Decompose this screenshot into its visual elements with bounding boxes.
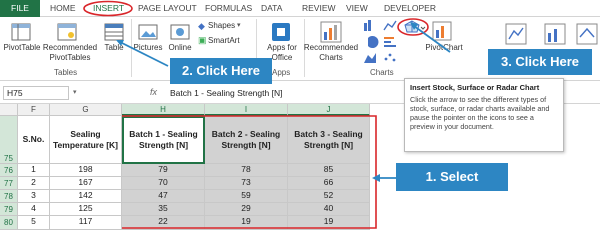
callout-step-1: 1. Select bbox=[396, 163, 508, 191]
apps-for-office-icon bbox=[272, 23, 290, 41]
table-cell[interactable]: 125 bbox=[50, 203, 122, 216]
pivotchart-button[interactable]: PivotChart bbox=[424, 43, 464, 53]
tab-developer[interactable]: DEVELOPER bbox=[384, 3, 436, 13]
table-header-cell[interactable]: Sealing Temperature [K] bbox=[50, 116, 122, 164]
row-header-76[interactable]: 76 bbox=[0, 164, 18, 177]
smartart-icon: ▣ bbox=[198, 35, 207, 45]
recommended-charts-icon bbox=[320, 21, 342, 43]
table-header-cell[interactable]: S.No. bbox=[18, 116, 50, 164]
spreadsheet-grid: F G H I J 75 76 77 78 79 80 S.No. Sealin… bbox=[0, 104, 420, 232]
pictures-button[interactable]: Pictures bbox=[131, 43, 165, 53]
table-cell[interactable]: 142 bbox=[50, 190, 122, 203]
column-header-f[interactable]: F bbox=[18, 104, 50, 116]
tooltip-body: Click the arrow to see the different typ… bbox=[410, 95, 550, 131]
function-icon[interactable]: fx bbox=[150, 87, 157, 97]
column-header-g[interactable]: G bbox=[50, 104, 122, 116]
chevron-down-icon: ▾ bbox=[237, 22, 241, 29]
tab-formulas[interactable]: FORMULAS bbox=[205, 3, 252, 13]
table-cell[interactable]: 2 bbox=[18, 177, 50, 190]
pictures-icon bbox=[138, 24, 158, 40]
name-box[interactable]: H75 bbox=[3, 86, 69, 100]
table-button[interactable]: Table bbox=[100, 43, 128, 53]
smartart-button[interactable]: SmartArt bbox=[208, 36, 240, 46]
table-cell[interactable]: 1 bbox=[18, 164, 50, 177]
row-header-75[interactable]: 75 bbox=[0, 116, 18, 164]
online-pictures-button[interactable]: Online bbox=[165, 43, 195, 53]
recommended-pivottables-button[interactable]: Recommended PivotTables bbox=[42, 43, 98, 63]
ribbon-tab-bar: FILE HOME INSERT PAGE LAYOUT FORMULAS DA… bbox=[0, 0, 600, 17]
table-cell[interactable]: 4 bbox=[18, 203, 50, 216]
tab-data[interactable]: DATA bbox=[261, 3, 282, 13]
table-cell[interactable]: 3 bbox=[18, 190, 50, 203]
shapes-button[interactable]: Shapes bbox=[208, 21, 235, 31]
table-cell[interactable]: 198 bbox=[50, 164, 122, 177]
shapes-icon: ◆ bbox=[198, 21, 205, 31]
online-pictures-icon bbox=[170, 24, 190, 40]
radar-button-highlight-ellipse bbox=[397, 18, 429, 36]
row-header-78[interactable]: 78 bbox=[0, 190, 18, 203]
callout-step-2: 2. Click Here bbox=[170, 58, 272, 84]
tooltip-title: Insert Stock, Surface or Radar Chart bbox=[410, 83, 540, 92]
table-cell[interactable]: 5 bbox=[18, 216, 50, 230]
chart-tooltip: Insert Stock, Surface or Radar Chart Cli… bbox=[404, 78, 564, 152]
group-label-charts: Charts bbox=[370, 68, 394, 77]
tab-file[interactable]: FILE bbox=[0, 0, 40, 17]
callout-step-3: 3. Click Here bbox=[488, 49, 592, 75]
group-label-tables: Tables bbox=[54, 68, 78, 77]
select-all-corner[interactable] bbox=[0, 104, 18, 116]
group-label-apps: Apps bbox=[272, 68, 291, 77]
pivotchart-icon bbox=[432, 21, 452, 41]
tab-home[interactable]: HOME bbox=[50, 3, 76, 13]
pivottable-button[interactable]: PivotTable bbox=[0, 43, 44, 53]
row-header-80[interactable]: 80 bbox=[0, 216, 18, 230]
table-cell[interactable]: 117 bbox=[50, 216, 122, 230]
table-icon bbox=[104, 23, 124, 41]
selection-highlight-bracket bbox=[122, 115, 377, 229]
row-header-79[interactable]: 79 bbox=[0, 203, 18, 216]
recommended-charts-button[interactable]: Recommended Charts bbox=[303, 43, 359, 63]
recommended-pivottables-icon bbox=[57, 23, 77, 41]
table-cell[interactable]: 167 bbox=[50, 177, 122, 190]
formula-input[interactable]: Batch 1 - Sealing Strength [N] bbox=[170, 88, 282, 98]
tab-view[interactable]: VIEW bbox=[346, 3, 368, 13]
pivottable-icon bbox=[11, 23, 31, 41]
row-header-77[interactable]: 77 bbox=[0, 177, 18, 190]
insert-highlight-ellipse bbox=[83, 0, 133, 17]
tab-page-layout[interactable]: PAGE LAYOUT bbox=[138, 3, 197, 13]
tab-review[interactable]: REVIEW bbox=[302, 3, 336, 13]
sparkline-icons bbox=[505, 23, 598, 45]
chevron-down-icon[interactable]: ▾ bbox=[73, 88, 77, 96]
